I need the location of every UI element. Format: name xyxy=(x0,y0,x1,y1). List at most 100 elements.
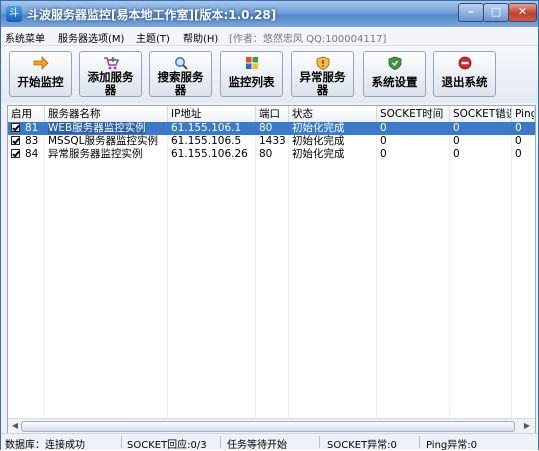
cell-status: 初始化完成 xyxy=(292,148,345,160)
col-status[interactable]: 状态 xyxy=(289,106,377,122)
close-button[interactable]: ✕ xyxy=(508,3,537,22)
grid-line xyxy=(449,122,450,419)
status-separator xyxy=(121,436,122,448)
grid-line xyxy=(511,122,512,419)
status-separator xyxy=(220,436,221,448)
cell-socket-time: 0 xyxy=(380,148,387,160)
cart-add-icon xyxy=(104,57,119,70)
warning-shield-icon xyxy=(316,56,330,70)
col-enabled[interactable]: 启用 xyxy=(8,106,45,122)
cell-id: 84 xyxy=(25,148,39,160)
table-row[interactable]: 83 MSSQL服务器监控实例 61.155.106.5 1433 初始化完成 … xyxy=(8,135,535,148)
stop-icon xyxy=(458,56,472,70)
cell-status: 初始化完成 xyxy=(292,122,345,134)
task-status: 任务等待开始 xyxy=(227,440,287,451)
cell-socket-time: 0 xyxy=(380,135,387,147)
toolbar-label: 系统设置 xyxy=(371,75,418,89)
server-table[interactable]: 启用 服务器名称 IP地址 端口 状态 SOCKET时间 SOCKET错误 Pi… xyxy=(7,105,536,434)
cell-port: 80 xyxy=(259,122,273,134)
grid-line xyxy=(288,122,289,419)
cell-name: 异常服务器监控实例 xyxy=(48,148,143,160)
cell-port: 80 xyxy=(259,148,273,160)
exit-system-button[interactable]: 退出系统 xyxy=(433,51,496,97)
col-server-name[interactable]: 服务器名称 xyxy=(45,106,168,122)
start-monitor-button[interactable]: 开始监控 xyxy=(9,51,72,97)
minimize-button[interactable]: – xyxy=(458,3,484,22)
menu-server-options[interactable]: 服务器选项(M) xyxy=(58,30,124,45)
db-status: 数据库：连接成功 xyxy=(5,440,85,451)
cell-status: 初始化完成 xyxy=(292,135,345,147)
col-port[interactable]: 端口 xyxy=(256,106,289,122)
grid-line xyxy=(44,122,45,419)
toolbar-label: 添加服务 器 xyxy=(80,71,141,97)
maximize-button[interactable]: □ xyxy=(483,3,509,22)
toolbar-label: 监控列表 xyxy=(228,75,275,89)
cell-socket-error: 0 xyxy=(453,148,460,160)
cell-ip: 61.155.106.1 xyxy=(171,122,242,134)
search-server-button[interactable]: 搜索服务 器 xyxy=(149,51,212,97)
status-bar: 数据库：连接成功 SOCKET回应:0/3 任务等待开始 SOCKET异常:0 … xyxy=(1,433,538,451)
author-info: [作者：悠然忠风 QQ:100004117] xyxy=(229,34,387,45)
col-ping[interactable]: Ping xyxy=(512,106,535,122)
table-header: 启用 服务器名称 IP地址 端口 状态 SOCKET时间 SOCKET错误 Pi… xyxy=(8,106,535,123)
table-row[interactable]: 84 异常服务器监控实例 61.155.106.26 80 初始化完成 0 0 … xyxy=(8,148,535,161)
cell-socket-error: 0 xyxy=(453,135,460,147)
col-socket-error[interactable]: SOCKET错误 xyxy=(450,106,512,122)
col-ip[interactable]: IP地址 xyxy=(168,106,256,122)
toolbar-label: 开始监控 xyxy=(17,75,64,89)
menu-help[interactable]: 帮助(H) xyxy=(183,30,218,45)
toolbar-label-line2: 器 xyxy=(104,83,117,97)
toolbar-label-line2: 器 xyxy=(316,83,329,97)
grid-line xyxy=(376,122,377,419)
cell-ping: 0 xyxy=(515,135,522,147)
magnifier-icon xyxy=(175,57,188,70)
ping-error-status: Ping异常:0 xyxy=(426,440,478,451)
menu-system[interactable]: 系统菜单 xyxy=(5,30,45,45)
horizontal-scrollbar[interactable]: ◀ ▶ xyxy=(8,418,535,433)
enable-checkbox[interactable] xyxy=(11,149,20,158)
toolbar-label-line2: 器 xyxy=(174,83,187,97)
toolbar: 开始监控 添加服务 器 搜索服务 器 监控列表 异常服务 器 系统设置 退出系统 xyxy=(1,46,538,103)
col-socket-time[interactable]: SOCKET时间 xyxy=(377,106,450,122)
app-window: 斗 斗波服务器监控[易本地工作室][版本:1.0.28] – □ ✕ 系统菜单 … xyxy=(0,0,539,451)
settings-shield-icon xyxy=(388,56,402,70)
toolbar-label: 退出系统 xyxy=(441,75,488,89)
grid-line xyxy=(167,122,168,419)
toolbar-label: 搜索服务 器 xyxy=(150,71,211,97)
app-icon: 斗 xyxy=(6,6,22,22)
add-server-button[interactable]: 添加服务 器 xyxy=(79,51,142,97)
window-title: 斗波服务器监控[易本地工作室][版本:1.0.28] xyxy=(27,8,277,22)
abnormal-server-button[interactable]: 异常服务 器 xyxy=(291,51,354,97)
cell-name-text: WEB服务器监控实例 xyxy=(48,122,146,134)
menu-theme[interactable]: 主题(T) xyxy=(136,30,170,45)
cell-ping: 0 xyxy=(515,122,522,134)
grid-line xyxy=(255,122,256,419)
enable-checkbox[interactable] xyxy=(11,136,20,145)
system-settings-button[interactable]: 系统设置 xyxy=(363,51,426,97)
windows-flag-icon xyxy=(246,57,258,69)
monitor-list-button[interactable]: 监控列表 xyxy=(220,51,283,97)
cell-ip: 61.155.106.26 xyxy=(171,148,248,160)
socket-reply-status: SOCKET回应:0/3 xyxy=(127,440,207,451)
cell-socket-error: 0 xyxy=(453,122,460,134)
cell-id: 83 xyxy=(25,135,39,147)
table-row[interactable]: 81 WEB服务器监控实例 61.155.106.1 80 初始化完成 0 0 … xyxy=(8,122,535,135)
menu-bar: 系统菜单 服务器选项(M) 主题(T) 帮助(H) [作者：悠然忠风 QQ:10… xyxy=(1,27,538,46)
scrollbar-thumb[interactable] xyxy=(21,421,515,432)
cell-name: MSSQL服务器监控实例 xyxy=(48,135,159,147)
cell-ping: 0 xyxy=(515,148,522,160)
cell-name: WEB服务器监控实例 xyxy=(45,122,168,135)
arrow-right-icon xyxy=(33,56,49,70)
scroll-right-icon[interactable]: ▶ xyxy=(521,420,533,432)
scroll-left-icon[interactable]: ◀ xyxy=(9,420,21,432)
cell-port: 1433 xyxy=(259,135,286,147)
cell-socket-time: 0 xyxy=(380,122,387,134)
cell-id: 81 xyxy=(25,122,39,134)
status-separator xyxy=(419,436,420,448)
socket-error-status: SOCKET异常:0 xyxy=(327,440,397,451)
toolbar-label: 异常服务 器 xyxy=(292,71,353,97)
title-bar[interactable]: 斗 斗波服务器监控[易本地工作室][版本:1.0.28] – □ ✕ xyxy=(1,1,538,27)
cell-ip: 61.155.106.5 xyxy=(171,135,242,147)
status-separator xyxy=(319,436,320,448)
enable-checkbox[interactable] xyxy=(11,123,20,132)
